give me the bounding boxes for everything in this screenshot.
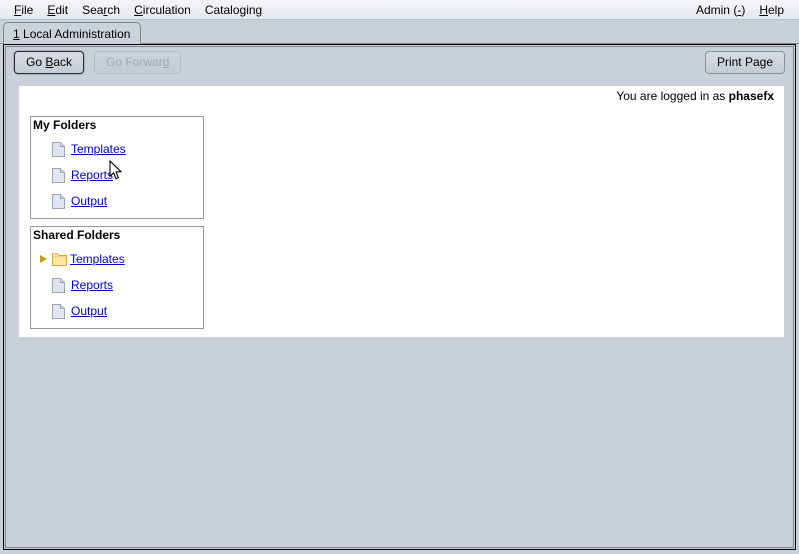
menu-item-cataloging[interactable]: Cataloging xyxy=(198,2,269,18)
my-folders-link-output[interactable]: Output xyxy=(71,194,107,208)
menu-item-help[interactable]: Help xyxy=(752,2,791,18)
print-page-button[interactable]: Print Page xyxy=(704,50,785,74)
logged-in-status: You are logged in as phasefx xyxy=(616,89,774,103)
list-item[interactable]: Output xyxy=(31,298,203,324)
tab-local-administration[interactable]: 1 Local Administration xyxy=(3,22,142,44)
shared-folders-link-reports[interactable]: Reports xyxy=(71,278,113,292)
document-icon xyxy=(52,193,65,209)
shared-folders-title: Shared Folders xyxy=(32,227,124,243)
document-icon xyxy=(52,303,65,319)
tab-number: 1 xyxy=(13,26,20,41)
my-folders-link-templates[interactable]: Templates xyxy=(71,142,126,156)
tab-strip: 1 Local Administration xyxy=(0,20,799,44)
list-item[interactable]: Templates xyxy=(31,136,203,162)
menu-bar-right-group: Admin (-) Help xyxy=(689,2,799,18)
menu-item-admin[interactable]: Admin (-) xyxy=(689,2,752,18)
menu-item-circulation[interactable]: Circulation xyxy=(127,2,198,18)
list-item[interactable]: Reports xyxy=(31,272,203,298)
logged-in-username: phasefx xyxy=(728,89,774,103)
client-frame: Go Back Go Forward Print Page You are lo… xyxy=(3,44,796,550)
menu-bar: File Edit Search Circulation Cataloging … xyxy=(0,0,799,20)
list-item[interactable]: Templates xyxy=(31,246,203,272)
menu-item-edit[interactable]: Edit xyxy=(40,2,75,18)
client-inner-frame: Go Back Go Forward Print Page You are lo… xyxy=(5,46,794,548)
expand-triangle-icon[interactable] xyxy=(39,253,50,265)
my-folders-panel: My Folders Templates Reports Output xyxy=(30,116,204,219)
shared-folders-link-templates[interactable]: Templates xyxy=(70,252,125,266)
my-folders-list: Templates Reports Output xyxy=(31,136,203,214)
go-back-button[interactable]: Go Back xyxy=(14,50,85,74)
navigation-toolbar: Go Back Go Forward Print Page xyxy=(6,47,793,77)
document-icon xyxy=(52,277,65,293)
menu-bar-left-group: File Edit Search Circulation Cataloging xyxy=(0,2,269,18)
document-icon xyxy=(52,167,65,183)
tab-label: Local Administration xyxy=(23,26,131,41)
list-item[interactable]: Output xyxy=(31,188,203,214)
go-forward-button[interactable]: Go Forward xyxy=(94,50,182,74)
list-item[interactable]: Reports xyxy=(31,162,203,188)
my-folders-link-reports[interactable]: Reports xyxy=(71,168,113,182)
menu-item-file[interactable]: File xyxy=(7,2,40,18)
document-icon xyxy=(52,141,65,157)
logged-in-prefix: You are logged in as xyxy=(616,89,729,103)
shared-folders-panel: Shared Folders Templates Reports Output xyxy=(30,226,204,329)
shared-folders-list: Templates Reports Output xyxy=(31,246,203,324)
menu-item-search[interactable]: Search xyxy=(75,2,127,18)
folder-icon xyxy=(52,252,67,266)
my-folders-title: My Folders xyxy=(32,117,100,133)
shared-folders-link-output[interactable]: Output xyxy=(71,304,107,318)
content-page: You are logged in as phasefx My Folders … xyxy=(19,86,784,337)
